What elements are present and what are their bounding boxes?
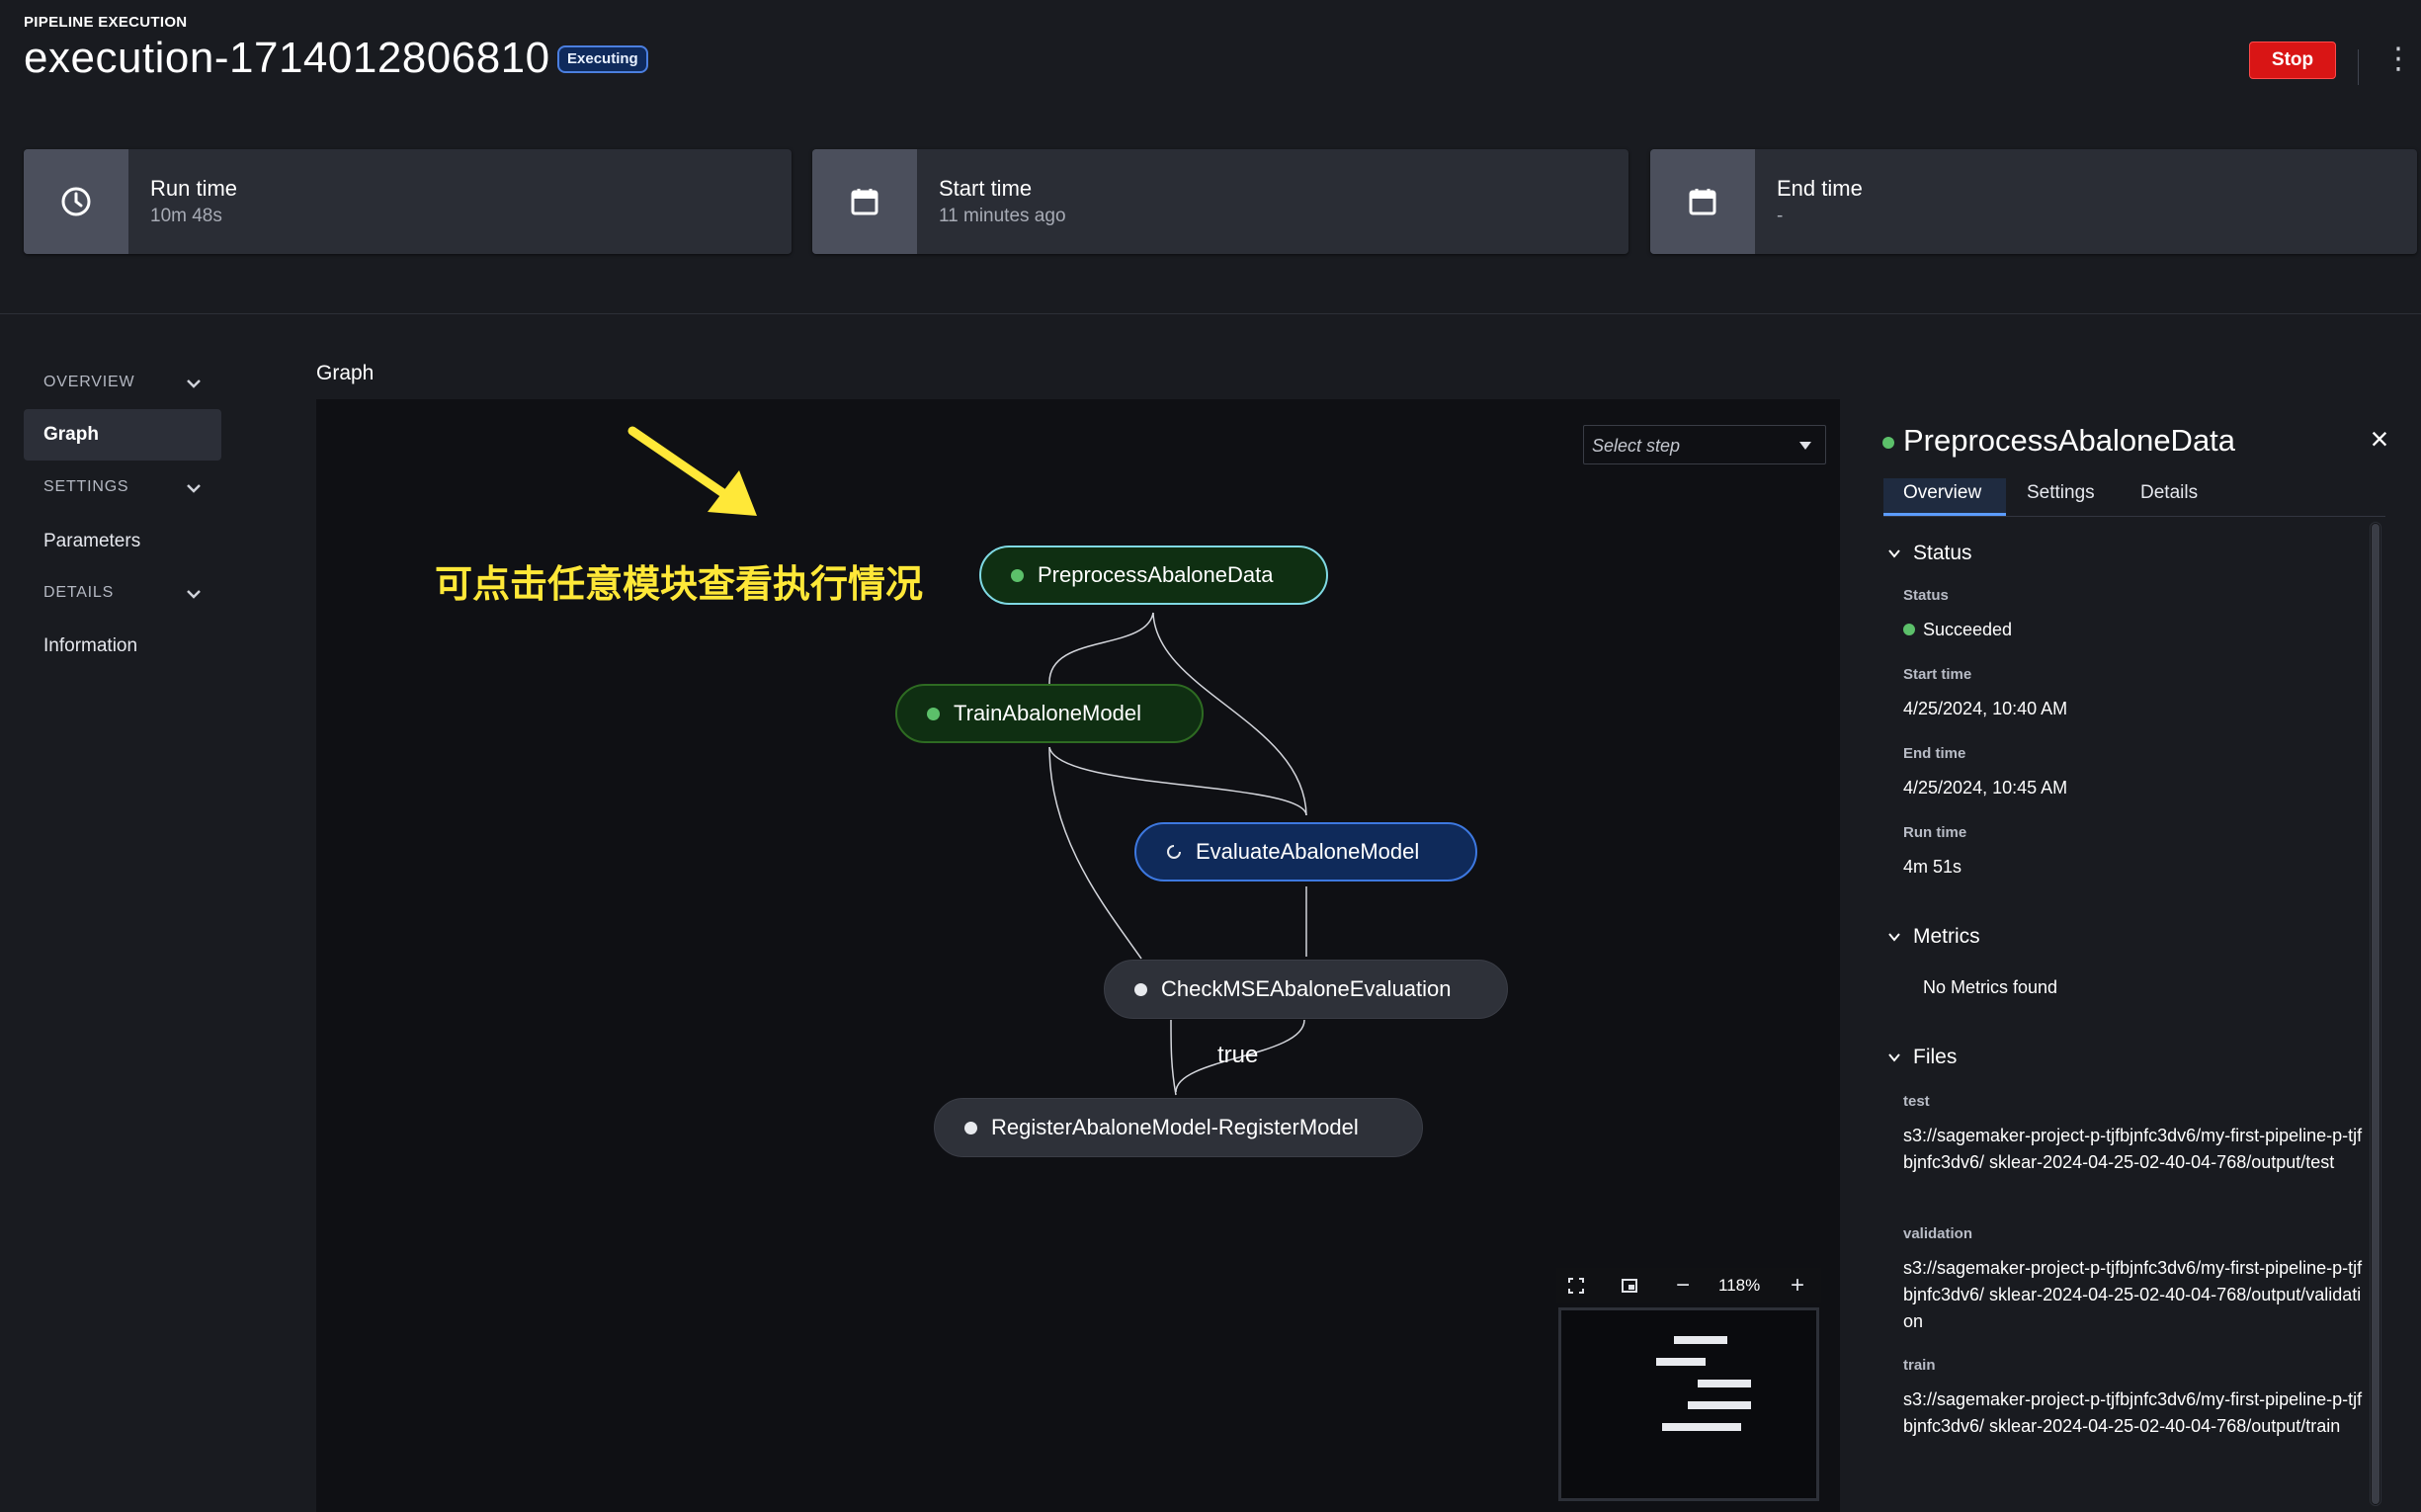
success-dot-icon: [927, 707, 940, 720]
node-label: CheckMSEAbaloneEvaluation: [1161, 976, 1452, 1001]
files-section-toggle[interactable]: Files: [1887, 1046, 1957, 1069]
minimap-node: [1674, 1336, 1727, 1344]
zoom-level: 118%: [1718, 1276, 1761, 1295]
end-time-value: 4/25/2024, 10:45 AM: [1903, 778, 2068, 798]
minimap-node: [1698, 1380, 1751, 1387]
minimap-node: [1688, 1401, 1751, 1409]
edge: [1170, 1019, 1177, 1096]
chevron-down-icon: [1888, 933, 1900, 942]
node-check-mse-abalone-evaluation[interactable]: CheckMSEAbaloneEvaluation: [1104, 960, 1508, 1019]
minimap-node: [1656, 1358, 1706, 1366]
edge: [1048, 746, 1307, 816]
detail-scrollbar-thumb[interactable]: [2372, 524, 2379, 1504]
run-time-value: 4m 51s: [1903, 857, 1962, 877]
status-section-toggle[interactable]: Status: [1887, 542, 1972, 565]
status-value: Succeeded: [1923, 620, 2013, 639]
field-label: Status: [1903, 587, 1949, 604]
chevron-down-icon: [1888, 1053, 1900, 1062]
detail-title: PreprocessAbaloneData: [1903, 423, 2236, 458]
success-dot-icon: [1903, 624, 1915, 635]
chevron-down-icon: [1888, 549, 1900, 558]
file-path-link[interactable]: s3://sagemaker-project-p-tjfbjnfc3dv6/my…: [1903, 1386, 2368, 1440]
file-label: validation: [1903, 1225, 1973, 1242]
field-label: End time: [1903, 745, 1966, 762]
close-icon[interactable]: ×: [2364, 423, 2395, 455]
file-path-link[interactable]: s3://sagemaker-project-p-tjfbjnfc3dv6/my…: [1903, 1255, 2368, 1335]
node-label: EvaluateAbaloneModel: [1196, 839, 1420, 864]
file-label: test: [1903, 1093, 1930, 1110]
success-dot-icon: [1011, 568, 1024, 582]
tab-settings[interactable]: Settings: [2027, 482, 2095, 504]
minimap-toggle-icon[interactable]: [1610, 1268, 1649, 1303]
field-label: Run time: [1903, 824, 1967, 841]
file-label: train: [1903, 1357, 1936, 1374]
node-label: TrainAbaloneModel: [954, 701, 1141, 725]
section-title: Status: [1913, 542, 1972, 564]
file-path-link[interactable]: s3://sagemaker-project-p-tjfbjnfc3dv6/my…: [1903, 1123, 2368, 1176]
minimap-node: [1662, 1423, 1741, 1431]
step-detail-panel: [1858, 399, 2421, 1512]
node-preprocess-abalone-data[interactable]: PreprocessAbaloneData: [979, 546, 1328, 605]
node-label: RegisterAbaloneModel-RegisterModel: [991, 1115, 1359, 1139]
edge-label-true: true: [1217, 1042, 1259, 1068]
start-time-value: 4/25/2024, 10:40 AM: [1903, 699, 2068, 718]
field-label: Start time: [1903, 666, 1972, 683]
pending-dot-icon: [964, 1121, 977, 1134]
pending-dot-icon: [1134, 982, 1147, 996]
section-title: Files: [1913, 1046, 1958, 1068]
zoom-in-icon[interactable]: +: [1778, 1268, 1817, 1303]
node-register-abalone-model[interactable]: RegisterAbaloneModel-RegisterModel: [934, 1098, 1423, 1157]
node-train-abalone-model[interactable]: TrainAbaloneModel: [895, 684, 1204, 743]
zoom-out-icon[interactable]: −: [1663, 1268, 1703, 1303]
metrics-empty: No Metrics found: [1923, 977, 2058, 997]
spinner-icon: [1167, 845, 1181, 859]
graph-minimap[interactable]: [1558, 1307, 1819, 1501]
node-label: PreprocessAbaloneData: [1038, 562, 1274, 587]
section-title: Metrics: [1913, 925, 1980, 948]
node-evaluate-abalone-model[interactable]: EvaluateAbaloneModel: [1134, 822, 1477, 882]
metrics-section-toggle[interactable]: Metrics: [1887, 925, 1980, 949]
edge: [1048, 746, 1142, 960]
tab-details[interactable]: Details: [2140, 482, 2198, 504]
success-dot-icon: [1882, 437, 1894, 449]
tab-divider: [1883, 516, 2385, 517]
edge: [1048, 612, 1154, 685]
tab-overview[interactable]: Overview: [1903, 482, 1981, 504]
tab-active-indicator: [1883, 513, 2006, 516]
zoom-toolbar: − 118% +: [1556, 1268, 1821, 1303]
fit-view-icon[interactable]: [1556, 1268, 1596, 1303]
